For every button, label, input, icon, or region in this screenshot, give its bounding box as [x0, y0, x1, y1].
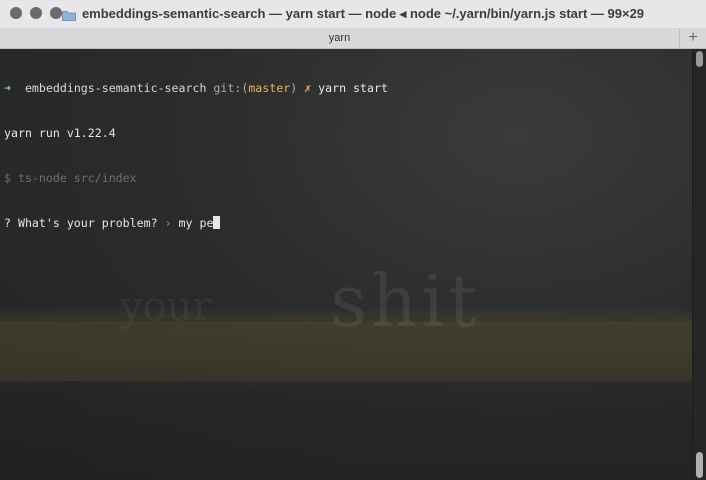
prompt-git-close: ) — [290, 81, 298, 95]
prompt-directory: embeddings-semantic-search — [24, 81, 207, 95]
question-mark: ? — [4, 216, 11, 230]
command-text: yarn start — [318, 81, 388, 95]
folder-icon — [62, 9, 76, 21]
tab-yarn[interactable]: yarn — [0, 28, 679, 48]
vertical-scrollbar[interactable] — [692, 49, 706, 480]
answer-input[interactable]: my pe — [179, 216, 214, 230]
question-separator: › — [164, 216, 172, 230]
output-line-yarn-version: yarn run v1.22.4 — [4, 126, 116, 140]
output-line-ts-node: $ ts-node src/index — [4, 171, 137, 185]
prompt-line: ➜ embeddings-semantic-search git:(master… — [4, 81, 388, 96]
tab-bar: yarn + — [0, 28, 706, 49]
question-line[interactable]: ? What's your problem? › my pe — [4, 216, 388, 231]
window-controls — [10, 7, 62, 19]
title-bar[interactable]: embeddings-semantic-search — yarn start … — [0, 0, 706, 28]
terminal-window: embeddings-semantic-search — yarn start … — [0, 0, 706, 480]
question-text: What's your problem? — [17, 216, 158, 230]
background-text-small: your — [120, 284, 212, 330]
background-text-large: shit — [330, 259, 482, 343]
prompt-git-label: git:( — [213, 81, 249, 95]
window-title: embeddings-semantic-search — yarn start … — [81, 6, 645, 21]
terminal-output[interactable]: your shit ➜ embeddings-semantic-search g… — [0, 49, 692, 480]
text-cursor — [213, 216, 221, 229]
minimize-button[interactable] — [30, 7, 42, 19]
terminal-lines: ➜ embeddings-semantic-search git:(master… — [4, 51, 388, 261]
dirty-marker: ✗ — [304, 81, 312, 95]
prompt-arrow-icon: ➜ — [4, 81, 11, 95]
prompt-branch: master — [248, 81, 291, 95]
zoom-button[interactable] — [50, 7, 62, 19]
scroll-indicator-top — [696, 51, 703, 67]
window-title-group: embeddings-semantic-search — yarn start … — [62, 6, 644, 22]
close-button[interactable] — [10, 7, 22, 19]
new-tab-button[interactable]: + — [679, 28, 706, 48]
scroll-thumb[interactable] — [696, 452, 703, 478]
